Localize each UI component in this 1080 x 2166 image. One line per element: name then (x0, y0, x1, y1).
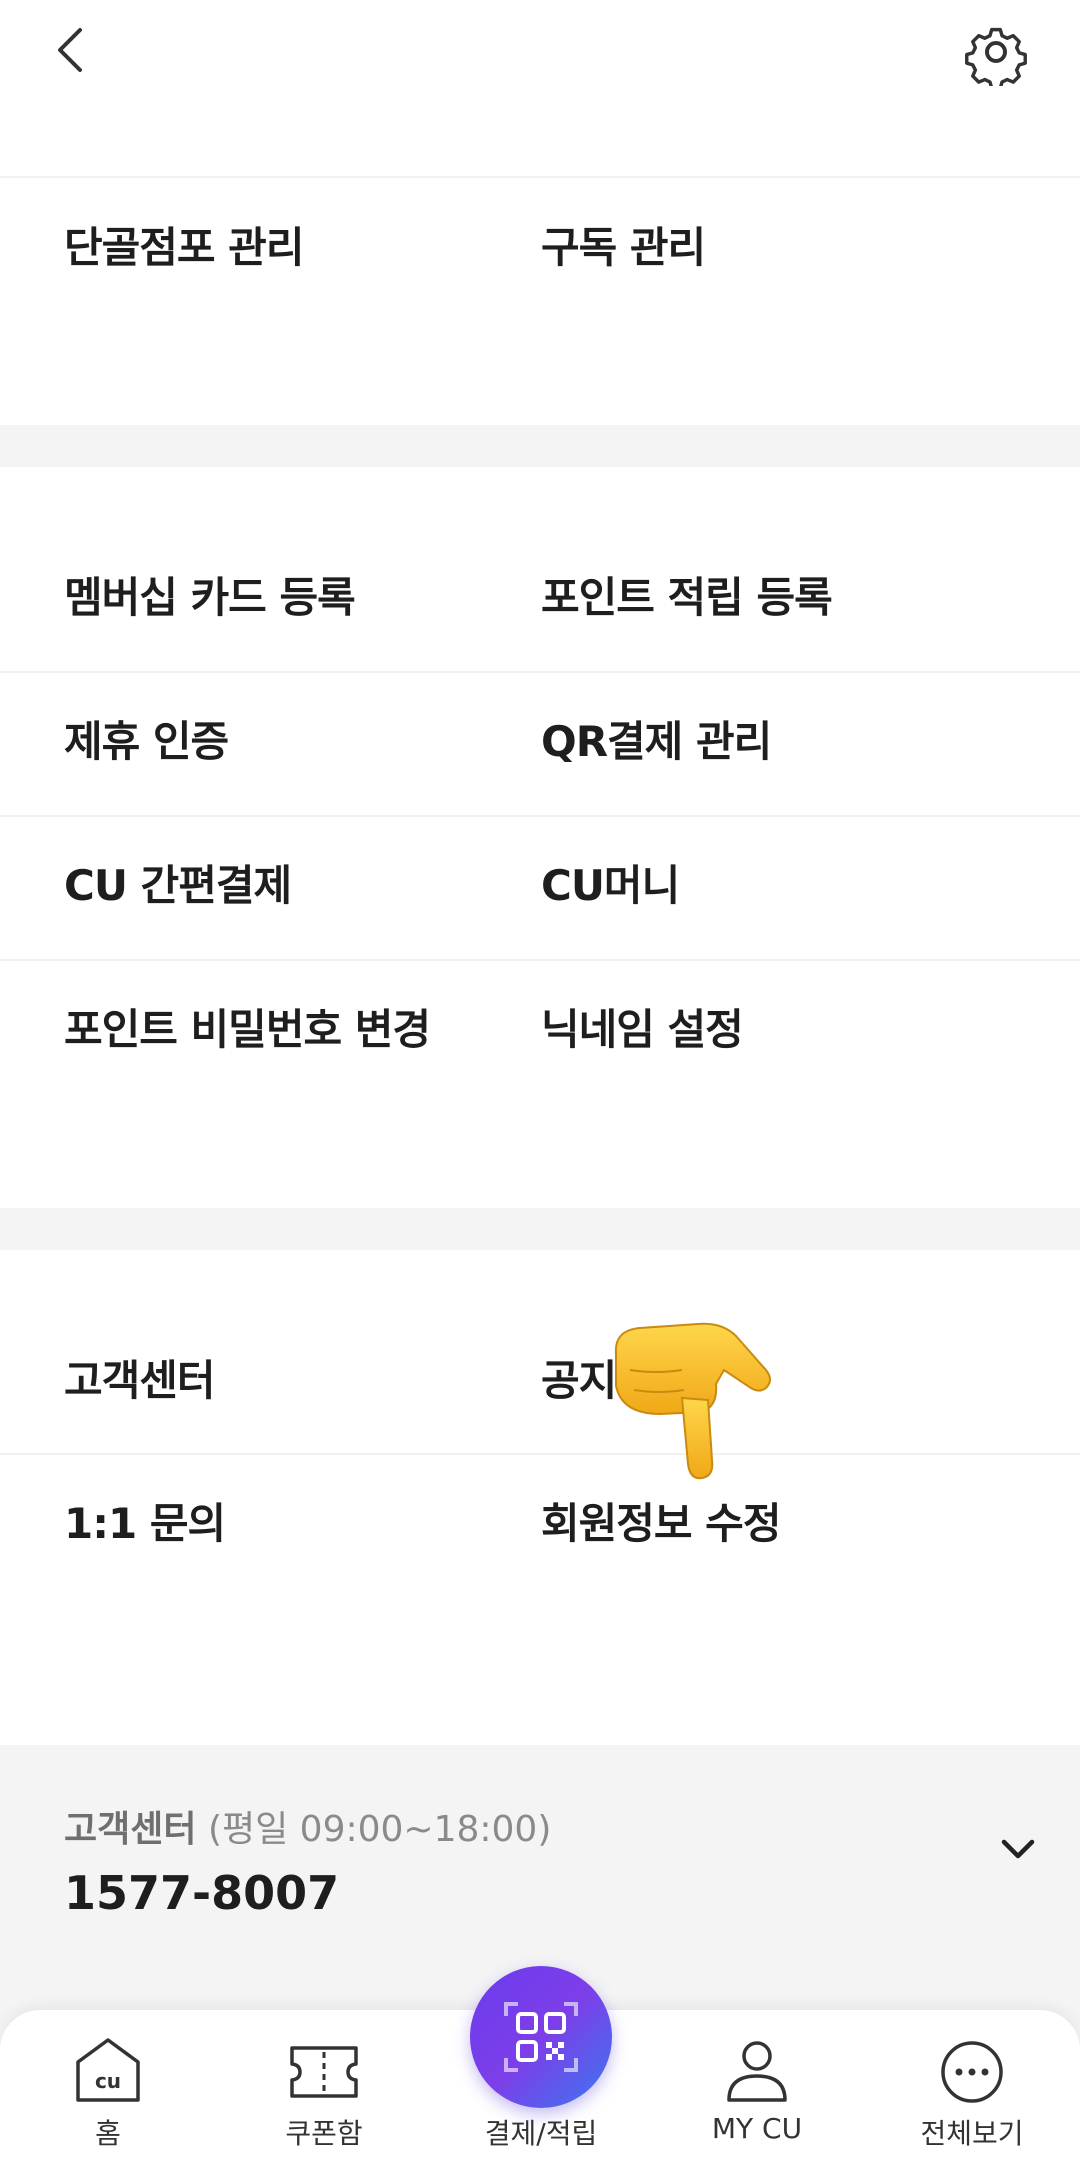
top-bar (0, 0, 1080, 100)
nav-home-label: 홈 (95, 2117, 121, 2150)
menu-qr-payment[interactable]: QR결제 관리 (541, 670, 772, 814)
nav-home[interactable]: cu 홈 (8, 2010, 208, 2166)
menu-row: 1:1 문의 회원정보 수정 (0, 1452, 1080, 1596)
customer-service-phone[interactable]: 1577-8007 (64, 1866, 339, 1920)
menu-inquiry[interactable]: 1:1 문의 (64, 1452, 226, 1596)
qr-code-icon (504, 2002, 578, 2072)
pointing-hand-icon (606, 1314, 776, 1484)
qr-pay-button[interactable] (470, 1966, 612, 2108)
home-icon: cu (76, 2038, 140, 2102)
menu-subscription[interactable]: 구독 관리 (541, 176, 706, 320)
menu-cu-easy-pay[interactable]: CU 간편결제 (64, 814, 292, 958)
more-icon (941, 2041, 1003, 2103)
nav-pay-label: 결제/적립 (484, 2117, 598, 2150)
home-icon-text: cu (95, 2069, 121, 2093)
menu-row: 포인트 비밀번호 변경 닉네임 설정 (0, 958, 1080, 1102)
expand-button[interactable] (996, 1832, 1040, 1868)
menu-nickname[interactable]: 닉네임 설정 (541, 958, 744, 1102)
menu-notice[interactable]: 공지 (541, 1309, 617, 1453)
nav-my-cu-label: MY CU (711, 2112, 803, 2145)
nav-my-cu[interactable]: MY CU (657, 2010, 857, 2166)
menu-row: 단골점포 관리 구독 관리 (0, 176, 1080, 320)
menu-row: 멤버십 카드 등록 포인트 적립 등록 (0, 526, 1080, 670)
nav-all-label: 전체보기 (920, 2117, 1024, 2150)
customer-service-heading: 고객센터 (평일 09:00~18:00) (64, 1800, 551, 1852)
menu-cu-money[interactable]: CU머니 (541, 814, 680, 958)
settings-button[interactable] (962, 18, 1030, 90)
customer-service-title: 고객센터 (64, 1809, 197, 1850)
menu-row: 제휴 인증 QR결제 관리 (0, 670, 1080, 814)
section-divider (0, 425, 1080, 467)
ticket-icon (290, 2046, 358, 2098)
menu-point-password[interactable]: 포인트 비밀번호 변경 (64, 958, 431, 1102)
menu-membership-card[interactable]: 멤버십 카드 등록 (64, 526, 356, 670)
nav-all[interactable]: 전체보기 (872, 2010, 1072, 2166)
menu-favorite-store[interactable]: 단골점포 관리 (64, 176, 304, 320)
nav-coupons[interactable]: 쿠폰함 (224, 2010, 424, 2166)
section-divider (0, 1208, 1080, 1250)
menu-row: 고객센터 공지 (0, 1309, 1080, 1453)
gear-icon (965, 27, 1027, 90)
back-button[interactable] (50, 22, 96, 78)
menu-customer-center[interactable]: 고객센터 (64, 1309, 216, 1453)
chevron-left-icon (58, 28, 82, 72)
menu-partner-auth[interactable]: 제휴 인증 (64, 670, 229, 814)
person-icon (727, 2041, 787, 2102)
nav-coupons-label: 쿠폰함 (285, 2117, 363, 2150)
menu-row: CU 간편결제 CU머니 (0, 814, 1080, 958)
menu-point-register[interactable]: 포인트 적립 등록 (541, 526, 833, 670)
chevron-down-icon (1001, 1839, 1035, 1859)
customer-service-hours: (평일 09:00~18:00) (207, 1809, 552, 1850)
